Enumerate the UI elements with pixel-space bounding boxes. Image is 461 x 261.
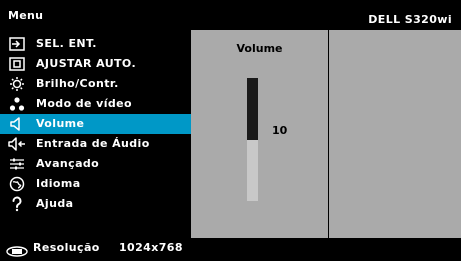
menu-item-video-mode[interactable]: Modo de vídeo	[0, 94, 191, 114]
input-source-icon	[7, 34, 27, 54]
volume-panel: Volume 10	[191, 30, 328, 238]
menu-item-label: AJUSTAR AUTO.	[36, 57, 137, 70]
menu-item-label: Entrada de Áudio	[36, 137, 150, 150]
menu-item-advanced[interactable]: Avançado	[0, 154, 191, 174]
model-name: DELL S320wi	[368, 13, 452, 26]
resolution-value: 1024x768	[119, 241, 183, 254]
language-icon	[7, 174, 27, 194]
menu-item-volume[interactable]: Volume	[0, 114, 191, 134]
side-panel	[329, 30, 461, 238]
menu-item-label: Modo de vídeo	[36, 97, 132, 110]
menu-item-label: Brilho/Contr.	[36, 77, 119, 90]
status-bar: Resolução 1024x768	[0, 238, 461, 257]
title-bar: Menu DELL S320wi	[0, 0, 461, 30]
menu-item-label: Idioma	[36, 177, 81, 190]
volume-slider[interactable]	[247, 78, 258, 201]
menu-item-auto-adjust[interactable]: AJUSTAR AUTO.	[0, 54, 191, 74]
projector-osd: Menu DELL S320wi SEL. ENT. AJUSTAR AUTO.…	[0, 0, 461, 257]
menu-item-language[interactable]: Idioma	[0, 174, 191, 194]
menu-item-label: Volume	[36, 117, 85, 130]
volume-value: 10	[272, 124, 288, 137]
menu-title: Menu	[8, 9, 44, 22]
menu-item-label: Ajuda	[36, 197, 74, 210]
sliders-icon	[7, 154, 27, 174]
display-icon	[6, 242, 28, 261]
resolution-label: Resolução	[33, 241, 100, 254]
menu-item-input-select[interactable]: SEL. ENT.	[0, 34, 191, 54]
menu-item-brightness[interactable]: Brilho/Contr.	[0, 74, 191, 94]
volume-title: Volume	[236, 42, 283, 55]
speaker-icon	[7, 114, 27, 134]
menu-item-help[interactable]: Ajuda	[0, 194, 191, 214]
video-mode-icon	[7, 94, 27, 114]
menu-item-label: Avançado	[36, 157, 100, 170]
auto-adjust-icon	[7, 54, 27, 74]
volume-slider-fill	[247, 78, 258, 140]
audio-input-icon	[7, 134, 27, 154]
help-icon	[7, 194, 27, 214]
main-menu: SEL. ENT. AJUSTAR AUTO. Brilho/Contr. Mo…	[0, 30, 191, 238]
menu-item-audio-input[interactable]: Entrada de Áudio	[0, 134, 191, 154]
brightness-icon	[7, 74, 27, 94]
menu-item-label: SEL. ENT.	[36, 37, 97, 50]
